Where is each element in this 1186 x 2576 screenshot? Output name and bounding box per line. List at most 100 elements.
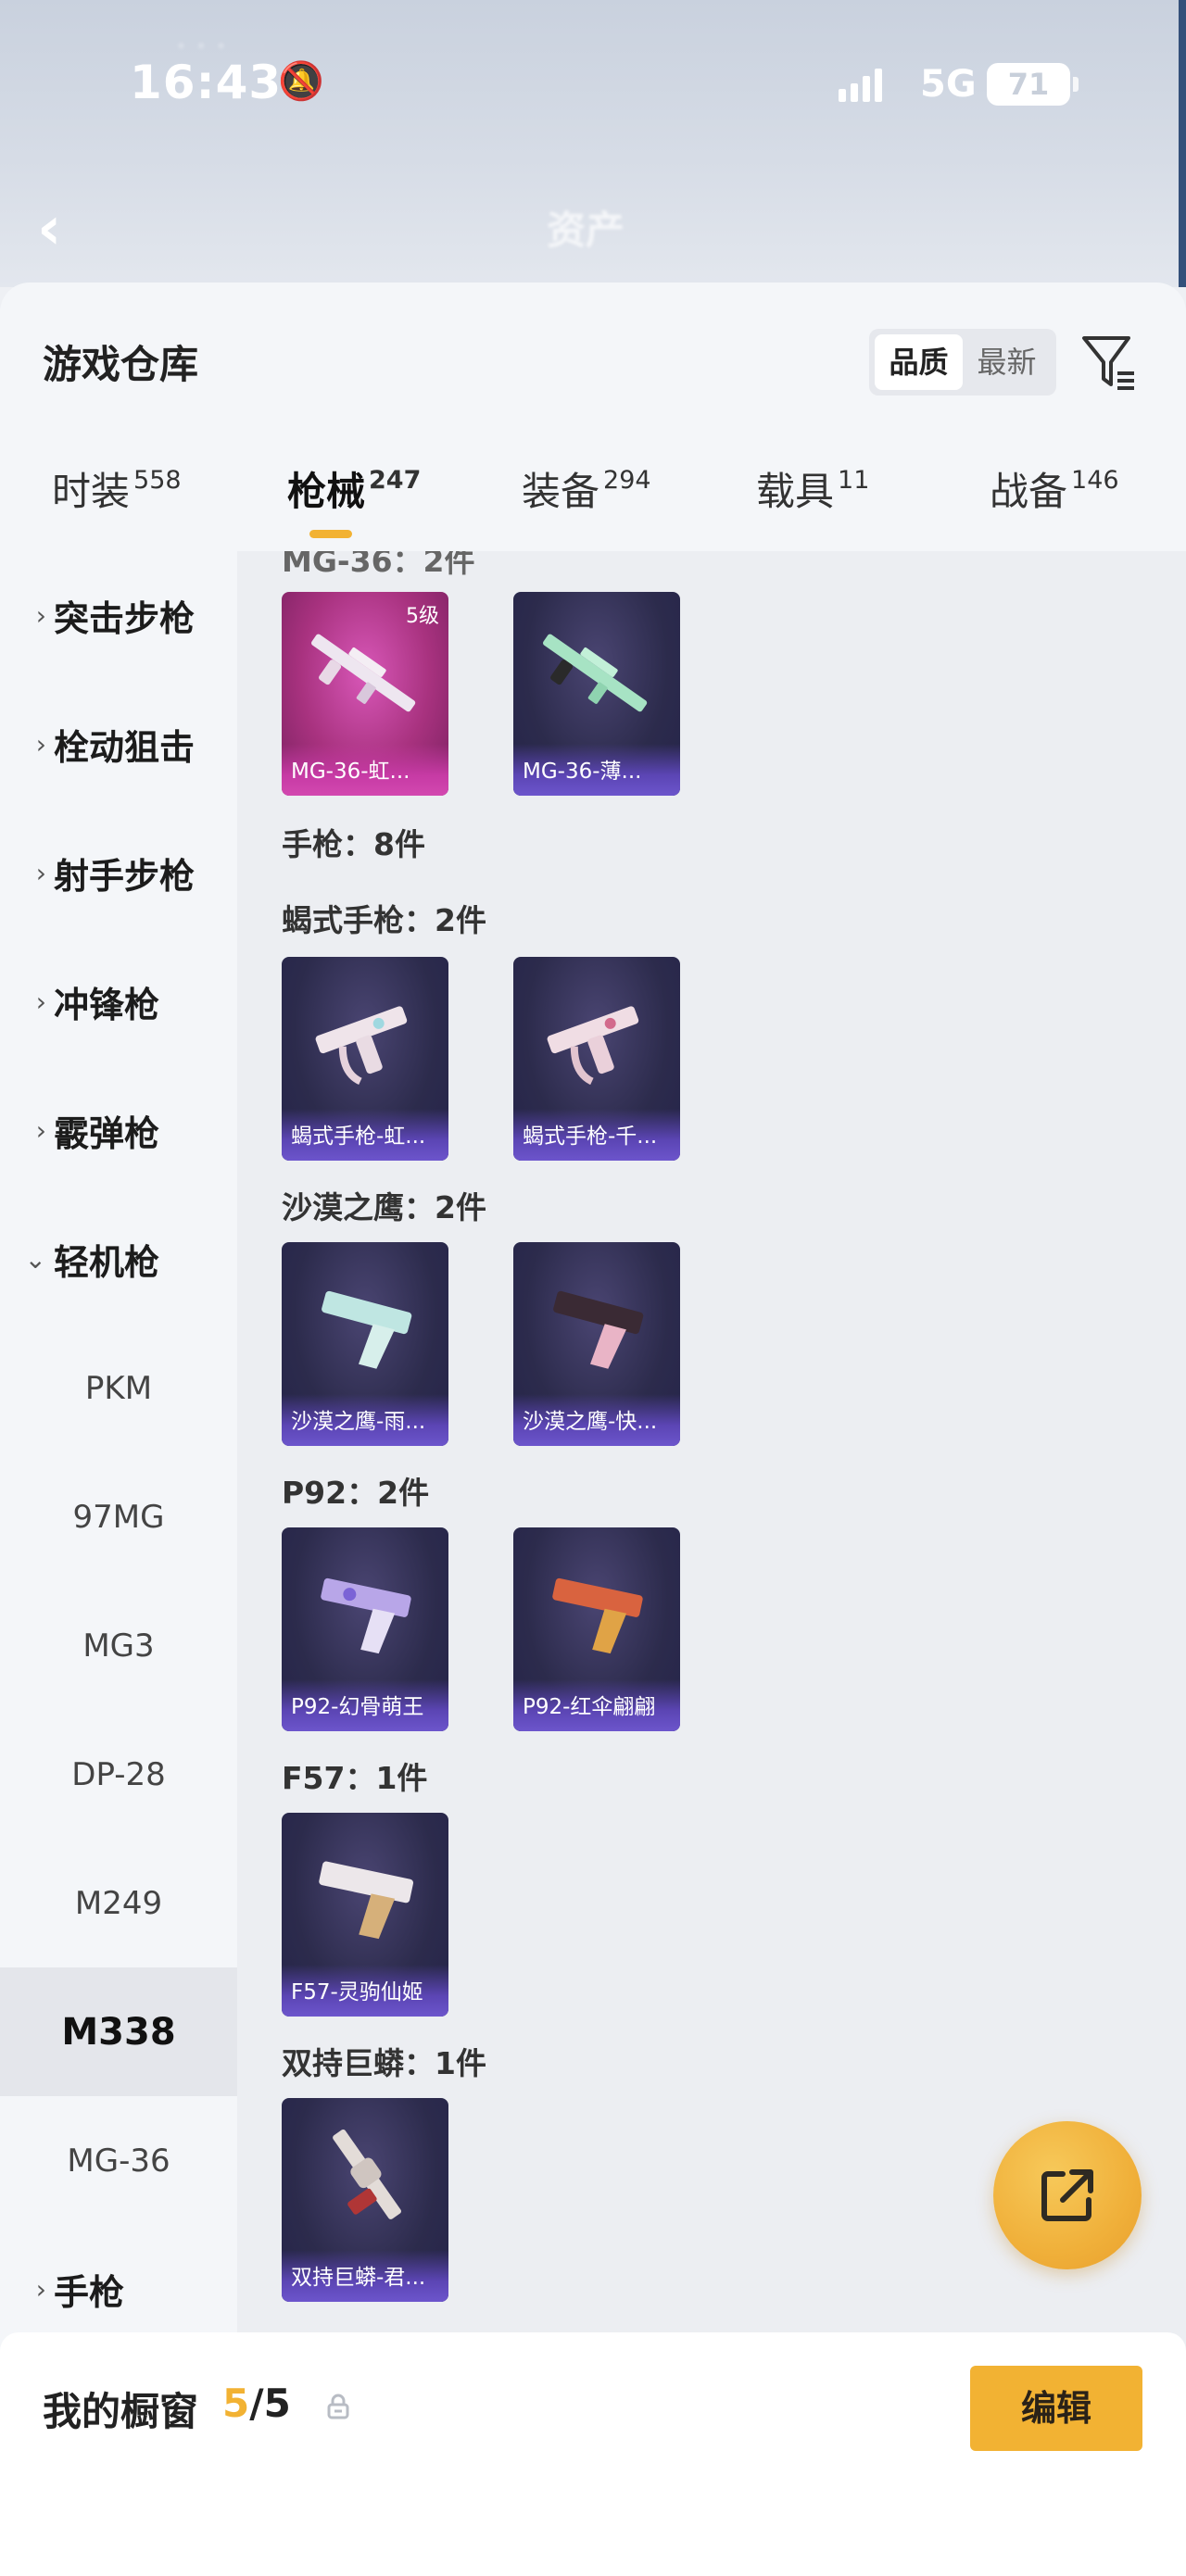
sidebar-item-bolt-sniper[interactable]: › 栓动狙击 (0, 680, 237, 809)
showcase-title: 我的橱窗 (43, 2389, 199, 2434)
weapon-card-deagle-2[interactable]: 沙漠之鹰-快... (513, 1242, 680, 1446)
mute-bell-icon: 🔕 (278, 60, 324, 103)
weapon-name: MG-36-虹... (291, 760, 410, 784)
lock-icon (327, 2394, 349, 2419)
edge-decoration (1179, 0, 1186, 287)
tab-count: 294 (603, 466, 651, 495)
tab-label: 载具 (756, 469, 835, 514)
sidebar-item-label: 轻机枪 (54, 1242, 160, 1283)
weapon-name: 蝎式手枪-虹... (291, 1125, 426, 1149)
weapon-card-deagle-1[interactable]: 沙漠之鹰-雨... (282, 1242, 448, 1446)
weapon-name: 沙漠之鹰-快... (523, 1410, 658, 1434)
sidebar-item-label: 冲锋枪 (54, 985, 160, 1025)
tab-fashion[interactable]: 时装 558 (52, 460, 182, 517)
tab-count: 247 (369, 466, 422, 495)
weapon-card-mg36-1[interactable]: 5级 MG-36-虹... (282, 592, 448, 796)
page-title: 资产 (547, 207, 625, 253)
showcase-bar: 我的橱窗 5/5 编辑 (0, 2332, 1186, 2576)
weapon-card-f57-1[interactable]: F57-灵驹仙姬 (282, 1813, 448, 2017)
chevron-right-icon: › (35, 986, 46, 1017)
weapon-grid: MG-36：2件 5级 MG-36-虹... MG-36-薄... 手枪：8件 … (237, 551, 1186, 2357)
sidebar-item-label: 霰弹枪 (54, 1113, 160, 1154)
weapon-name: 双持巨蟒-君... (291, 2266, 426, 2290)
group-label-desert-eagle: 沙漠之鹰：2件 (282, 1189, 486, 1225)
revolver-icon (333, 2129, 401, 2219)
smg-pistol-icon (547, 1006, 639, 1086)
showcase-count-current: 5 (222, 2381, 250, 2426)
weapon-card-mg36-2[interactable]: MG-36-薄... (513, 592, 680, 796)
tab-label: 装备 (522, 469, 600, 514)
pistol-icon (322, 1290, 412, 1369)
edit-button[interactable]: 编辑 (970, 2366, 1142, 2451)
share-button[interactable] (993, 2121, 1142, 2269)
sidebar-item-shotgun[interactable]: › 霰弹枪 (0, 1066, 237, 1195)
chevron-down-icon: ⌄ (24, 1244, 46, 1275)
pistol-icon (321, 1577, 411, 1654)
sidebar-subitem-mg3[interactable]: MG3 (0, 1581, 237, 1710)
sidebar-subitem-m249[interactable]: M249 (0, 1839, 237, 1967)
weapon-card-p92-1[interactable]: P92-幻骨萌王 (282, 1527, 448, 1731)
sidebar-subitem-97mg[interactable]: 97MG (0, 1452, 237, 1581)
tab-firearms[interactable]: 枪械 247 (287, 460, 421, 517)
weapon-card-scorpion-2[interactable]: 蝎式手枪-千... (513, 957, 680, 1161)
sidebar-item-marksman-rifle[interactable]: › 射手步枪 (0, 809, 237, 937)
weapon-sidebar: › 突击步枪 › 栓动狙击 › 射手步枪 › 冲锋枪 › 霰弹枪 ⌄ 轻机枪 PKM 97M… (0, 551, 237, 2576)
chevron-right-icon: › (35, 2274, 46, 2305)
tab-count: 558 (133, 466, 182, 495)
share-export-icon (1041, 2169, 1093, 2221)
weapon-card-scorpion-1[interactable]: 蝎式手枪-虹... (282, 957, 448, 1161)
sidebar-subitem-m338[interactable]: M338 (0, 1967, 237, 2096)
active-tab-indicator (309, 530, 352, 538)
sidebar-item-label: 突击步枪 (54, 598, 196, 639)
group-label-mg36: MG-36：2件 (282, 551, 475, 579)
chevron-right-icon: › (35, 729, 46, 760)
weapon-card-p92-2[interactable]: P92-红伞翩翩 (513, 1527, 680, 1731)
weapon-name: 沙漠之鹰-雨... (291, 1410, 426, 1434)
chevron-right-icon: › (35, 858, 46, 888)
sort-newest-button[interactable]: 最新 (963, 334, 1051, 390)
sort-quality-button[interactable]: 品质 (875, 334, 963, 390)
tab-gear[interactable]: 战备 146 (990, 460, 1119, 517)
category-tabs: 时装 558 枪械 247 装备 294 载具 11 战备 146 (0, 449, 1186, 551)
sidebar-item-smg[interactable]: › 冲锋枪 (0, 937, 237, 1066)
weapon-name: MG-36-薄... (523, 760, 642, 784)
tab-label: 战备 (990, 469, 1068, 514)
sidebar-subitem-mg36[interactable]: MG-36 (0, 2096, 237, 2225)
group-label-pistols: 手枪：8件 (282, 826, 425, 862)
pistol-icon (553, 1290, 644, 1369)
tab-count: 11 (838, 466, 870, 495)
filter-icon[interactable] (1080, 329, 1138, 396)
warehouse-sheet: 游戏仓库 品质 最新 时装 558 枪械 247 装备 294 载具 11 战备 146 … (0, 283, 1186, 2576)
chevron-right-icon: › (35, 600, 46, 631)
sidebar-item-label: 手枪 (54, 2272, 125, 2313)
weapon-name: F57-灵驹仙姬 (291, 1980, 423, 2004)
tab-count: 146 (1071, 466, 1119, 495)
battery-icon: 71 (987, 63, 1079, 106)
status-time: 16:43 (130, 56, 283, 109)
group-label-f57: F57：1件 (282, 1760, 428, 1796)
tab-equipment[interactable]: 装备 294 (522, 460, 651, 517)
group-label-scorpion: 蝎式手枪：2件 (282, 902, 486, 938)
weapon-card-python-1[interactable]: 双持巨蟒-君... (282, 2098, 448, 2302)
sidebar-item-label: 栓动狙击 (54, 727, 196, 768)
sheet-title: 游戏仓库 (43, 342, 199, 387)
sidebar-item-assault-rifle[interactable]: › 突击步枪 (0, 551, 237, 680)
sidebar-subitem-dp28[interactable]: DP-28 (0, 1710, 237, 1839)
tab-vehicles[interactable]: 载具 11 (756, 460, 869, 517)
group-label-dual-python: 双持巨蟒：1件 (282, 2045, 486, 2081)
weapon-name: P92-红伞翩翩 (523, 1695, 656, 1719)
weapon-name: P92-幻骨萌王 (291, 1695, 424, 1719)
status-area: · · · 16:43 🔕 5G 71 ‹ 资产 (0, 0, 1186, 287)
sidebar-item-lmg[interactable]: ⌄ 轻机枪 (0, 1195, 237, 1324)
sidebar-subitem-pkm[interactable]: PKM (0, 1324, 237, 1452)
showcase-count: 5/5 (222, 2381, 291, 2426)
chevron-right-icon: › (35, 1115, 46, 1146)
tab-label: 枪械 (287, 469, 366, 514)
weapon-name: 蝎式手枪-千... (523, 1125, 658, 1149)
back-chevron-left-icon[interactable]: ‹ (37, 195, 61, 263)
sort-toggle: 品质 最新 (869, 329, 1056, 396)
pistol-icon (319, 1861, 414, 1940)
pistol-icon (552, 1577, 643, 1654)
rifle-icon (311, 634, 416, 712)
network-type: 5G (920, 63, 977, 106)
